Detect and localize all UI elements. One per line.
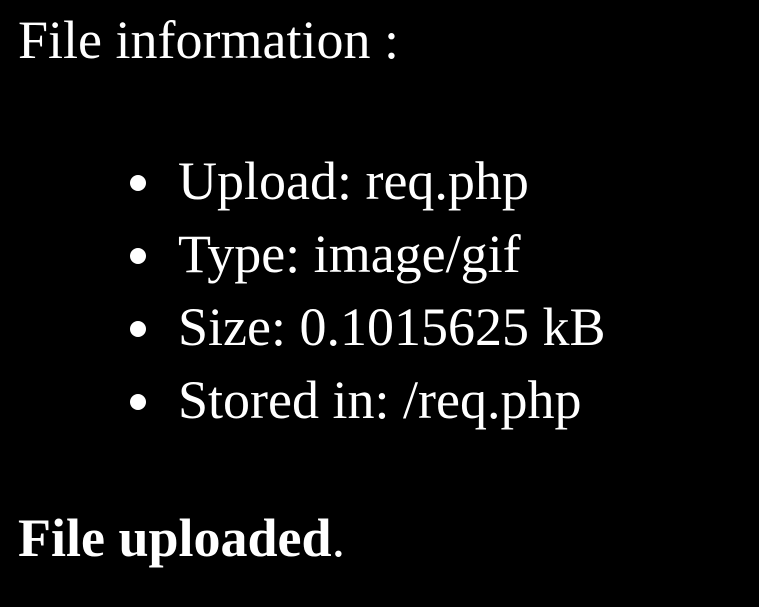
file-info-list: Upload: req.php Type: image/gif Size: 0.…	[130, 145, 606, 437]
upload-status-message: File uploaded	[18, 508, 332, 568]
bullet-icon	[130, 248, 146, 264]
bullet-icon	[130, 394, 146, 410]
bullet-icon	[130, 175, 146, 191]
file-type: Type: image/gif	[178, 224, 521, 284]
list-item-upload: Upload: req.php	[130, 145, 606, 218]
list-item-size: Size: 0.1015625 kB	[130, 291, 606, 364]
upload-status: File uploaded.	[18, 506, 345, 570]
list-item-stored: Stored in: /req.php	[130, 364, 606, 437]
bullet-icon	[130, 321, 146, 337]
upload-status-punctuation: .	[331, 508, 346, 568]
upload-result-page: File information : Upload: req.php Type:…	[0, 0, 759, 607]
file-size: Size: 0.1015625 kB	[178, 297, 606, 357]
page-heading: File information :	[18, 10, 399, 70]
list-item-type: Type: image/gif	[130, 218, 606, 291]
stored-path: Stored in: /req.php	[178, 370, 582, 430]
upload-filename: Upload: req.php	[178, 151, 529, 211]
